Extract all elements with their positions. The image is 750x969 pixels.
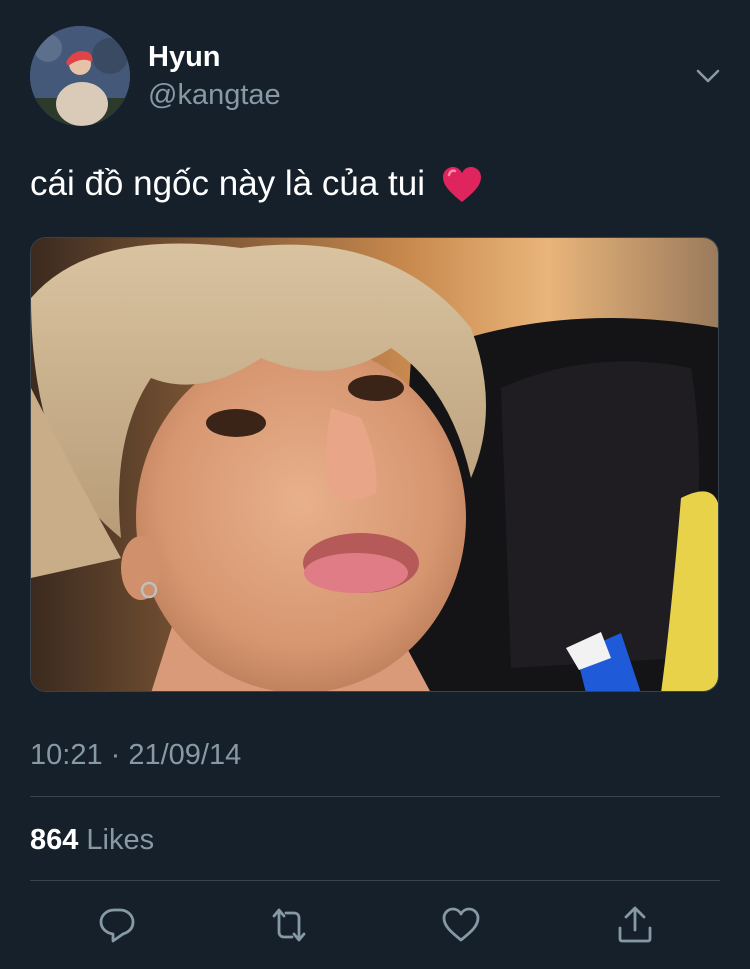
tweet-text-body: cái đồ ngốc này là của tui — [30, 164, 425, 203]
author-name[interactable]: Hyun — [148, 40, 221, 74]
divider — [30, 796, 720, 797]
avatar[interactable] — [30, 26, 130, 126]
tweet-card: Hyun @kangtae cái đồ ngốc này là của tui — [0, 0, 750, 969]
reply-icon[interactable] — [96, 904, 138, 946]
heart-emoji-icon — [441, 167, 483, 207]
likes-label: Likes — [86, 824, 155, 856]
likes-summary[interactable]: 864 Likes — [30, 823, 154, 857]
tweet-photo[interactable] — [30, 237, 719, 692]
heart-icon[interactable] — [440, 904, 482, 946]
likes-count: 864 — [30, 824, 79, 856]
share-icon[interactable] — [614, 904, 656, 946]
chevron-down-icon[interactable] — [694, 62, 722, 90]
tweet-text: cái đồ ngốc này là của tui — [30, 160, 483, 212]
retweet-icon[interactable] — [268, 904, 310, 946]
divider — [30, 880, 720, 881]
author-handle[interactable]: @kangtae — [148, 78, 281, 112]
tweet-timestamp[interactable]: 10:21 · 21/09/14 — [30, 738, 241, 772]
